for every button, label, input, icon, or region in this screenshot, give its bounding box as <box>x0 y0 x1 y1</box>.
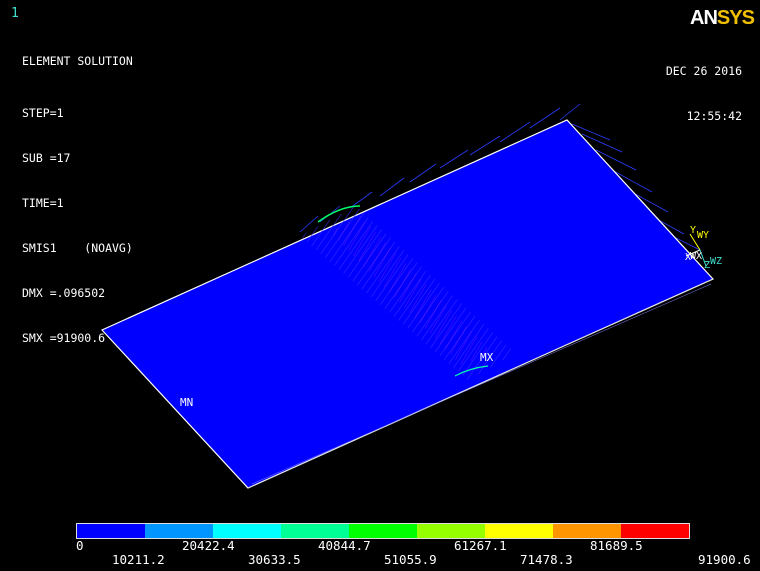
legend-label-top: 20422.4 <box>182 538 235 553</box>
min-marker: MN <box>180 396 193 409</box>
legend-segment <box>417 524 485 538</box>
legend-label-bottom: 10211.2 <box>112 552 165 567</box>
legend-segment <box>281 524 349 538</box>
legend-label-top: 40844.7 <box>318 538 371 553</box>
legend-label-top: 61267.1 <box>454 538 507 553</box>
legend-label-bottom: 51055.9 <box>384 552 437 567</box>
triad-wx: WX <box>690 251 702 262</box>
triad-wz: WZ <box>710 256 722 267</box>
contour-legend-bar <box>76 523 690 539</box>
legend-label-top: 0 <box>76 538 84 553</box>
graphics-viewport[interactable]: MN MX Y WY X WX Z WZ <box>0 0 760 520</box>
legend-label-bottom: 91900.6 <box>698 552 751 567</box>
legend-segment <box>77 524 145 538</box>
legend-segment <box>145 524 213 538</box>
legend-segment <box>553 524 621 538</box>
legend-segment <box>621 524 689 538</box>
triad-y: Y <box>690 225 696 236</box>
legend-segment <box>485 524 553 538</box>
legend-label-bottom: 71478.3 <box>520 552 573 567</box>
legend-segment <box>349 524 417 538</box>
legend-label-top: 81689.5 <box>590 538 643 553</box>
triad-wy: WY <box>697 230 709 241</box>
max-marker: MX <box>480 351 494 364</box>
legend-segment <box>213 524 281 538</box>
legend-label-bottom: 30633.5 <box>248 552 301 567</box>
